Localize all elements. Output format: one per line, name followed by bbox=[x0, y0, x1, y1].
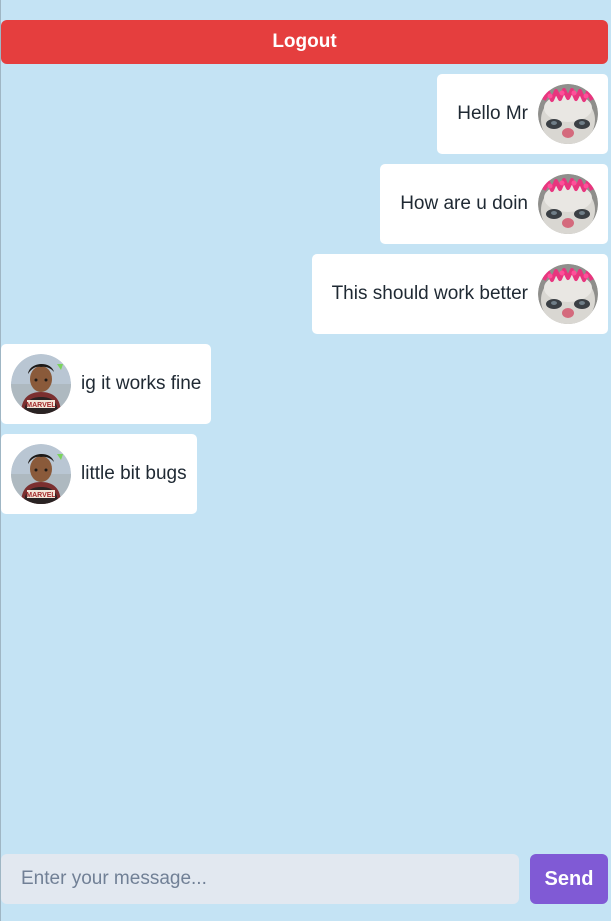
message-bubble-sent: This should work better bbox=[311, 254, 608, 334]
message-text: ig it works fine bbox=[81, 373, 202, 394]
message-bubble-received: ig it works fine bbox=[1, 344, 212, 424]
message-bubble-received: little bit bugs bbox=[1, 434, 197, 514]
cat-avatar bbox=[538, 264, 598, 324]
cat-avatar bbox=[538, 174, 598, 234]
message-text: How are u doin bbox=[400, 193, 528, 214]
message-bubble-sent: How are u doin bbox=[380, 164, 608, 244]
send-button[interactable]: Send bbox=[530, 854, 608, 904]
message-text: Hello Mr bbox=[457, 103, 528, 124]
person-avatar bbox=[11, 444, 71, 504]
message-list: Hello Mr How are u doin This should work… bbox=[1, 74, 608, 514]
message-bubble-sent: Hello Mr bbox=[437, 74, 608, 154]
message-text: little bit bugs bbox=[81, 463, 187, 484]
message-text: This should work better bbox=[331, 283, 528, 304]
logout-button[interactable]: Logout bbox=[1, 20, 608, 64]
message-composer: Send bbox=[1, 854, 608, 904]
message-input[interactable] bbox=[1, 854, 519, 904]
person-avatar bbox=[11, 354, 71, 414]
cat-avatar bbox=[538, 84, 598, 144]
